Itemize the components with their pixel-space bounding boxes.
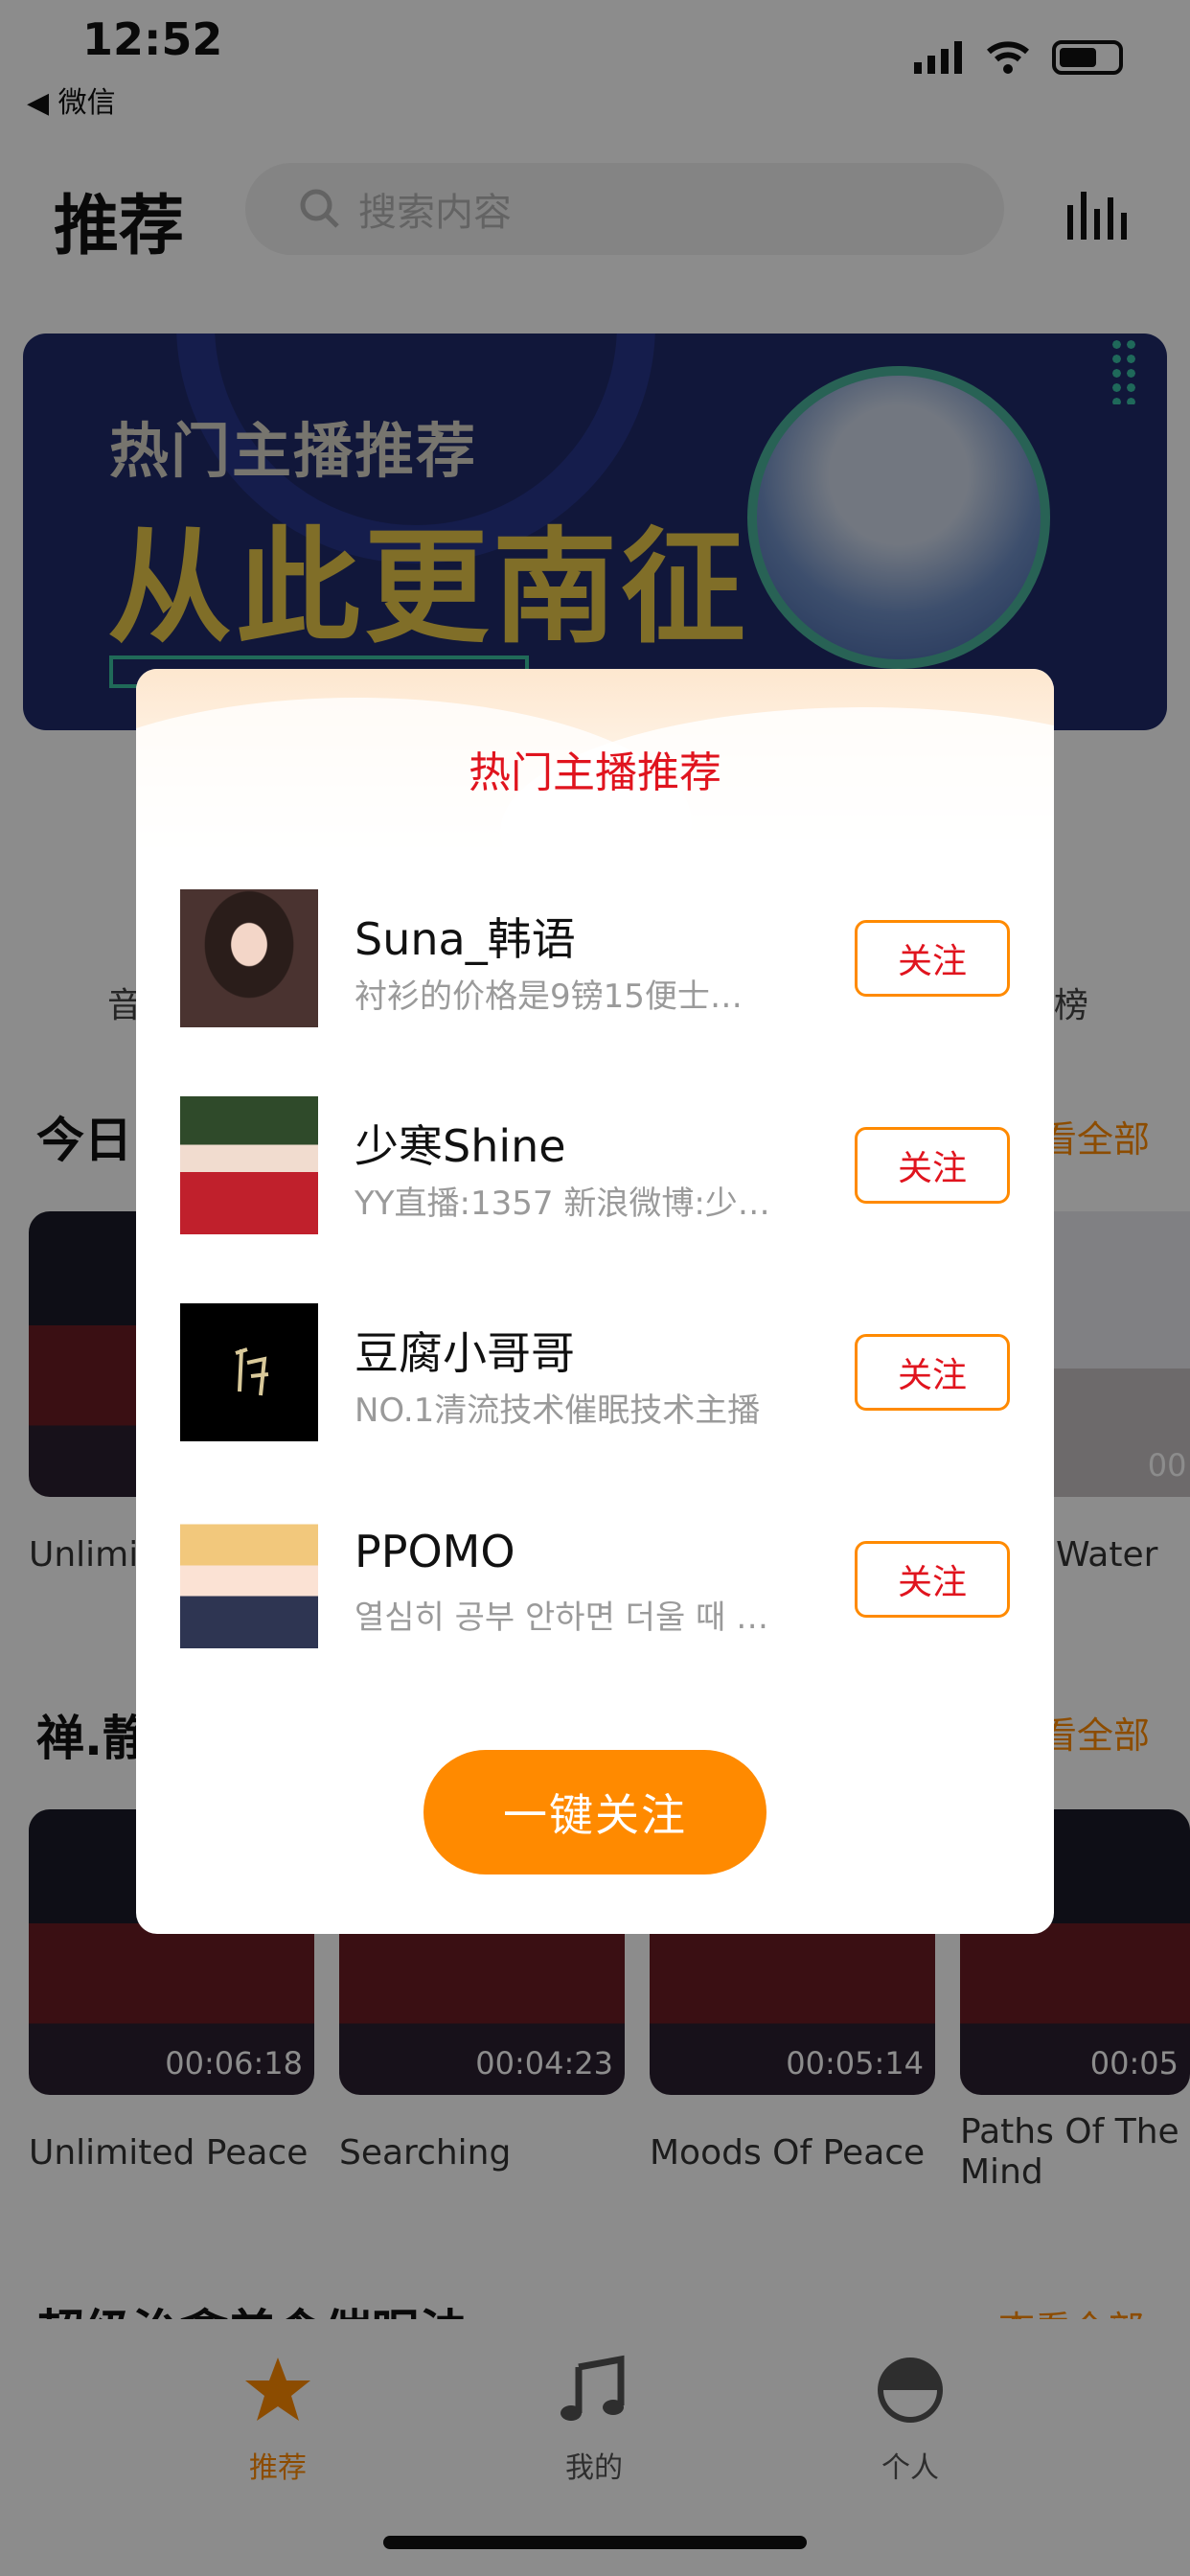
- host-description: NO.1清流技术催眠技术主播: [355, 1392, 761, 1430]
- host-item: PPOMO 열심히 공부 안하면 더울 때 더… 关注: [136, 1510, 1054, 1648]
- host-name: PPOMO: [355, 1526, 515, 1577]
- follow-button[interactable]: 关注: [855, 1127, 1010, 1204]
- modal-title: 热门主播推荐: [469, 748, 721, 797]
- host-item: 少寒Shine YY直播:1357 新浪微博:少… 关注: [136, 1096, 1054, 1234]
- host-description: 열심히 공부 안하면 더울 때 더…: [355, 1598, 786, 1637]
- host-name: Suna_韩语: [355, 913, 576, 965]
- follow-all-button[interactable]: 一键关注: [423, 1750, 767, 1874]
- recommend-hosts-modal: 热门主播推荐 Suna_韩语 衬衫的价格是9镑15便士… 关注 少寒Shine …: [136, 669, 1054, 1934]
- host-item: 豆腐小哥哥 NO.1清流技术催眠技术主播 关注: [136, 1303, 1054, 1441]
- host-item: Suna_韩语 衬衫的价格是9镑15便士… 关注: [136, 889, 1054, 1027]
- follow-button[interactable]: 关注: [855, 1541, 1010, 1618]
- follow-button[interactable]: 关注: [855, 1334, 1010, 1411]
- host-avatar[interactable]: [180, 1096, 318, 1234]
- host-description: 衬衫的价格是9镑15便士…: [355, 978, 743, 1016]
- follow-button[interactable]: 关注: [855, 920, 1010, 997]
- host-avatar[interactable]: [180, 1510, 318, 1648]
- host-avatar[interactable]: [180, 889, 318, 1027]
- host-name: 少寒Shine: [355, 1120, 566, 1172]
- host-name: 豆腐小哥哥: [355, 1327, 575, 1379]
- host-logo-mark: [235, 1347, 269, 1396]
- host-description: YY直播:1357 新浪微博:少…: [355, 1184, 770, 1223]
- host-avatar[interactable]: [180, 1303, 318, 1441]
